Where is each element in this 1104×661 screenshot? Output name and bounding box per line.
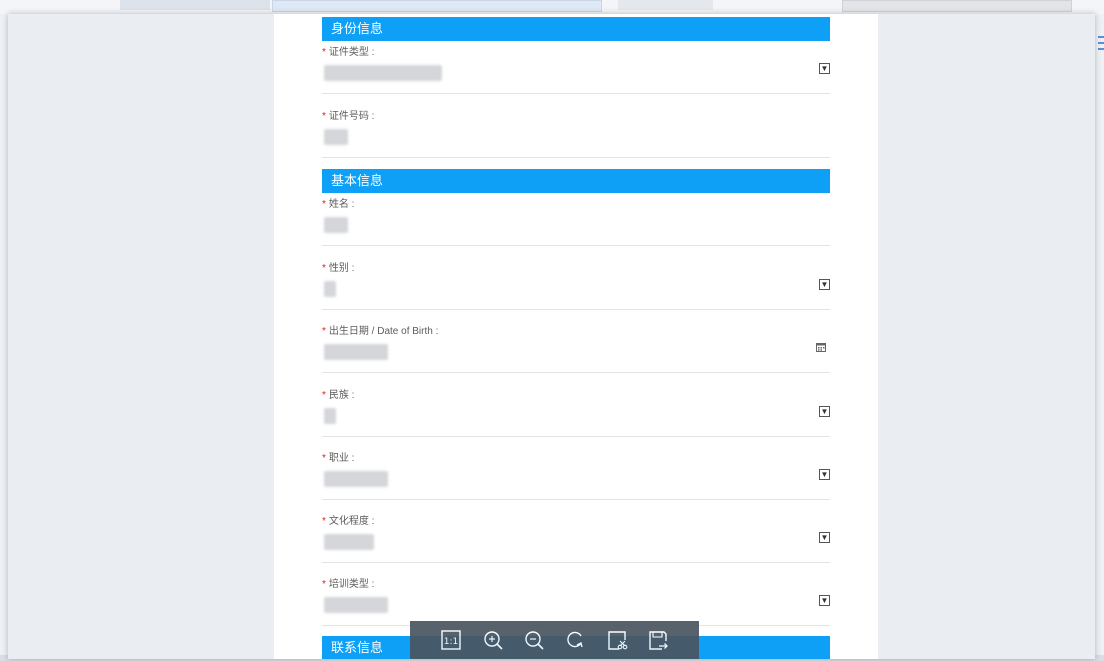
chevron-down-icon[interactable]: ▼ (819, 469, 830, 480)
id-type-field[interactable]: * 证件类型 : ▼ (322, 43, 830, 94)
zoom-in-button[interactable] (482, 629, 504, 651)
chevron-down-icon[interactable]: ▼ (819, 279, 830, 290)
actual-size-icon: 1:1 (441, 630, 461, 650)
training-type-field[interactable]: * 培训类型 : ▼ (322, 575, 830, 626)
required-marker: * (322, 263, 326, 274)
ethnicity-field[interactable]: * 民族 : ▼ (322, 386, 830, 437)
required-marker: * (322, 47, 326, 58)
save-button[interactable] (647, 629, 669, 651)
required-marker: * (322, 453, 326, 464)
birth-date-field[interactable]: * 出生日期 / Date of Birth : (322, 322, 830, 373)
birth-date-value-redacted (324, 344, 388, 360)
required-marker: * (322, 111, 326, 122)
id-type-label: 证件类型 : (328, 47, 375, 58)
zoom-out-button[interactable] (523, 629, 545, 651)
ethnicity-value-redacted (324, 408, 336, 424)
education-value-redacted (324, 534, 374, 550)
required-marker: * (322, 579, 326, 590)
rotate-icon (567, 631, 583, 648)
id-number-value-redacted (324, 129, 348, 145)
background-edge-marks (1098, 36, 1104, 66)
name-label: 姓名 : (328, 199, 355, 210)
zoom-in-icon (484, 631, 503, 650)
occupation-label: 职业 : (328, 453, 355, 464)
section-basic-header: 基本信息 (322, 169, 830, 193)
required-marker: * (322, 199, 326, 210)
occupation-value-redacted (324, 471, 388, 487)
name-value-redacted (324, 217, 348, 233)
occupation-field[interactable]: * 职业 : ▼ (322, 449, 830, 500)
rotate-button[interactable] (564, 629, 586, 651)
gender-field[interactable]: * 性别 : ▼ (322, 259, 830, 310)
zoom-out-icon (525, 631, 544, 650)
section-identity-header: 身份信息 (322, 17, 830, 41)
id-number-field[interactable]: * 证件号码 : (322, 107, 830, 158)
chevron-down-icon[interactable]: ▼ (819, 595, 830, 606)
document-page: 身份信息 * 证件类型 : ▼ * 证件号码 : 基本信息 * 姓名 : * 性别 : … (274, 14, 878, 659)
actual-size-button[interactable]: 1:1 (440, 629, 462, 651)
background-tab (120, 0, 270, 10)
chevron-down-icon[interactable]: ▼ (819, 63, 830, 74)
crop-button[interactable] (606, 629, 628, 651)
svg-text:1:1: 1:1 (444, 637, 458, 647)
background-tab (618, 0, 713, 10)
gender-value-redacted (324, 281, 336, 297)
required-marker: * (322, 390, 326, 401)
crop-icon (608, 631, 628, 650)
training-type-value-redacted (324, 597, 388, 613)
background-notice (272, 0, 602, 12)
background-scrollbar (842, 0, 1072, 12)
name-field[interactable]: * 姓名 : (322, 195, 830, 246)
education-label: 文化程度 : (328, 516, 375, 527)
calendar-icon[interactable] (816, 342, 826, 352)
id-type-value-redacted (324, 65, 442, 81)
gender-label: 性别 : (328, 263, 355, 274)
required-marker: * (322, 516, 326, 527)
ethnicity-label: 民族 : (328, 390, 355, 401)
birth-date-label: 出生日期 / Date of Birth : (328, 326, 439, 337)
save-icon (649, 631, 668, 650)
id-number-label: 证件号码 : (328, 111, 375, 122)
required-marker: * (322, 326, 326, 337)
image-viewer-overlay: 身份信息 * 证件类型 : ▼ * 证件号码 : 基本信息 * 姓名 : * 性别 : … (8, 14, 1095, 659)
training-type-label: 培训类型 : (328, 579, 375, 590)
viewer-toolbar: 1:1 (410, 621, 699, 659)
chevron-down-icon[interactable]: ▼ (819, 406, 830, 417)
education-field[interactable]: * 文化程度 : ▼ (322, 512, 830, 563)
chevron-down-icon[interactable]: ▼ (819, 532, 830, 543)
